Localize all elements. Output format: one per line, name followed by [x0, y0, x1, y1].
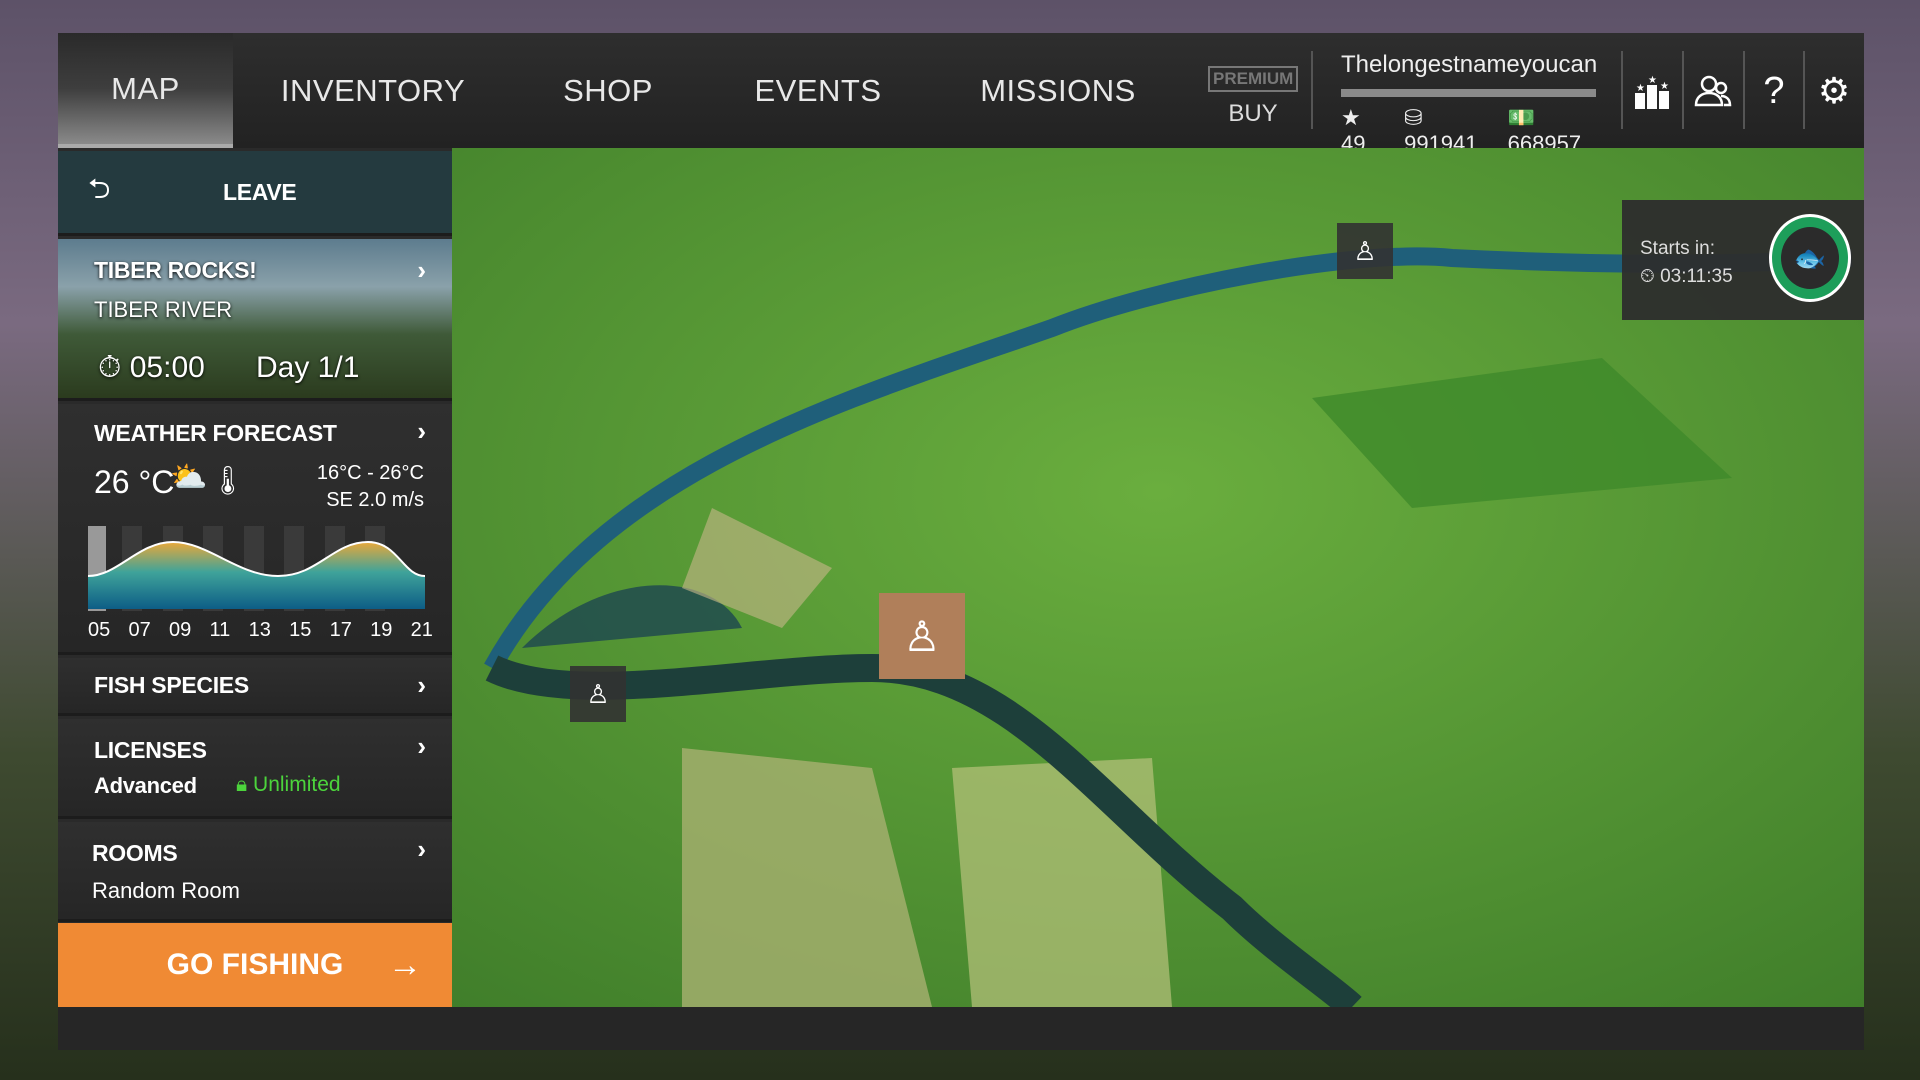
divider — [1311, 51, 1313, 129]
angler-icon: ♙ — [1353, 235, 1377, 266]
angler-icon: ♙ — [903, 612, 941, 660]
tab-inventory[interactable]: INVENTORY — [281, 33, 465, 148]
fishing-spot-pin-selected[interactable]: ♙ — [879, 593, 965, 679]
game-window: MAP INVENTORY SHOP EVENTS MISSIONS PREMI… — [58, 33, 1864, 1050]
leave-label: LEAVE — [223, 178, 297, 205]
fish-species-label: FISH SPECIES — [94, 672, 249, 698]
license-duration: Unlimited — [253, 773, 341, 796]
hour-label: 07 — [128, 619, 151, 641]
star-icon: ★ — [1341, 105, 1361, 130]
hour-label: 05 — [88, 619, 111, 641]
temp-range: 16°C - 26°C — [316, 462, 424, 484]
divider — [1682, 51, 1684, 129]
player-name: Thelongestnameyoucan — [1341, 51, 1598, 78]
svg-text:★: ★ — [1660, 81, 1669, 92]
hour-label: 15 — [289, 619, 312, 641]
divider — [1621, 51, 1623, 129]
timer-icon: ⏲ — [1640, 266, 1655, 287]
angler-icon: ♙ — [586, 678, 610, 709]
location-subtitle: TIBER RIVER — [94, 297, 233, 322]
tab-events[interactable]: EVENTS — [748, 33, 888, 148]
help-icon[interactable]: ? — [1751, 68, 1797, 114]
premium-badge: PREMIUM — [1208, 66, 1299, 92]
leaderboard-icon[interactable]: ★ ★ ★ — [1629, 68, 1675, 114]
thermometer-icon: 🌡 — [210, 465, 246, 496]
rooms-button[interactable]: ROOMS › Random Room — [58, 822, 452, 922]
breaking-shad-logo: 🐟 — [1769, 214, 1851, 302]
map-view[interactable]: Starts in: ⏲ 03:11:35 🐟 ♙ ♙ ♙ — [452, 148, 1864, 1007]
tab-shop[interactable]: SHOP — [558, 33, 658, 148]
chevron-right-icon: › — [417, 416, 426, 446]
go-fishing-label: GO FISHING — [166, 948, 344, 981]
license-type: Advanced — [94, 773, 197, 798]
leave-button[interactable]: ⮌ LEAVE — [58, 151, 452, 236]
current-temp: 26 °C — [94, 464, 175, 500]
hour-label: 09 — [169, 619, 192, 641]
location-title: TIBER ROCKS! — [94, 257, 257, 283]
tab-missions[interactable]: MISSIONS — [980, 33, 1135, 148]
buy-label: BUY — [1228, 100, 1278, 127]
rooms-title: ROOMS — [92, 840, 178, 866]
chevron-right-icon: › — [417, 670, 426, 700]
event-starts-label: Starts in: — [1640, 238, 1715, 259]
fishing-spot-pin[interactable]: ♙ — [570, 666, 626, 722]
top-bar: MAP INVENTORY SHOP EVENTS MISSIONS PREMI… — [58, 33, 1864, 156]
chevron-right-icon: › — [417, 731, 426, 761]
fishing-spot-pin[interactable]: ♙ — [1337, 223, 1393, 279]
hour-label: 19 — [370, 619, 393, 641]
event-timer: 03:11:35 — [1660, 266, 1733, 287]
profile[interactable]: Thelongestnameyoucan ★ 49 ⛁991941 💵66895… — [1341, 51, 1606, 157]
svg-text:★: ★ — [1636, 83, 1645, 94]
licenses-title: LICENSES — [94, 737, 207, 763]
hour-label: 21 — [410, 619, 433, 641]
weather-forecast[interactable]: WEATHER FORECAST › 26 °C ⛅ 🌡 16°C - 26°C… — [58, 404, 452, 655]
license-icon: 🔒︎ — [236, 773, 248, 796]
hour-label: 13 — [248, 619, 271, 641]
event-card[interactable]: Starts in: ⏲ 03:11:35 🐟 — [1622, 200, 1864, 320]
licenses-button[interactable]: LICENSES › Advanced 🔒︎ Unlimited — [58, 719, 452, 819]
settings-icon[interactable]: ⚙ — [1811, 68, 1857, 114]
temperature-chart — [88, 526, 426, 611]
hour-label: 17 — [329, 619, 352, 641]
coins-icon: ⛁ — [1404, 105, 1423, 130]
hour-label: 11 — [209, 619, 231, 641]
partly-cloudy-icon: ⛅ — [170, 461, 208, 494]
left-panel: ⮌ LEAVE TIBER ROCKS! TIBER RIVER › ⏱ 05:… — [58, 148, 452, 1007]
stopwatch-icon: ⏱ — [98, 351, 122, 384]
banknotes-icon: 💵 — [1507, 105, 1536, 130]
back-arrow-icon: ⮌ — [88, 173, 111, 204]
chevron-right-icon: › — [417, 255, 426, 285]
arrow-right-icon: → — [388, 945, 422, 984]
premium-buy-button[interactable]: PREMIUM BUY — [1208, 66, 1299, 128]
game-time: 05:00 — [129, 351, 205, 384]
fish-icon: 🐟 — [1781, 227, 1839, 289]
xp-bar — [1341, 89, 1596, 97]
chevron-right-icon: › — [417, 834, 426, 864]
divider — [1743, 51, 1745, 129]
go-fishing-button[interactable]: GO FISHING → — [58, 923, 452, 1007]
room-value: Random Room — [92, 878, 240, 903]
hour-axis: 05 07 09 11 13 15 17 19 21 — [88, 619, 433, 642]
fish-species-button[interactable]: FISH SPECIES › — [58, 658, 452, 716]
weather-title: WEATHER FORECAST — [94, 420, 337, 446]
tab-map[interactable]: MAP — [58, 33, 233, 148]
game-day: Day 1/1 — [256, 351, 360, 384]
divider — [1803, 51, 1805, 129]
wind: SE 2.0 m/s — [326, 489, 424, 511]
friends-icon[interactable] — [1690, 68, 1736, 114]
location-card[interactable]: TIBER ROCKS! TIBER RIVER › ⏱ 05:00 Day 1… — [58, 239, 452, 401]
svg-text:★: ★ — [1648, 75, 1657, 86]
